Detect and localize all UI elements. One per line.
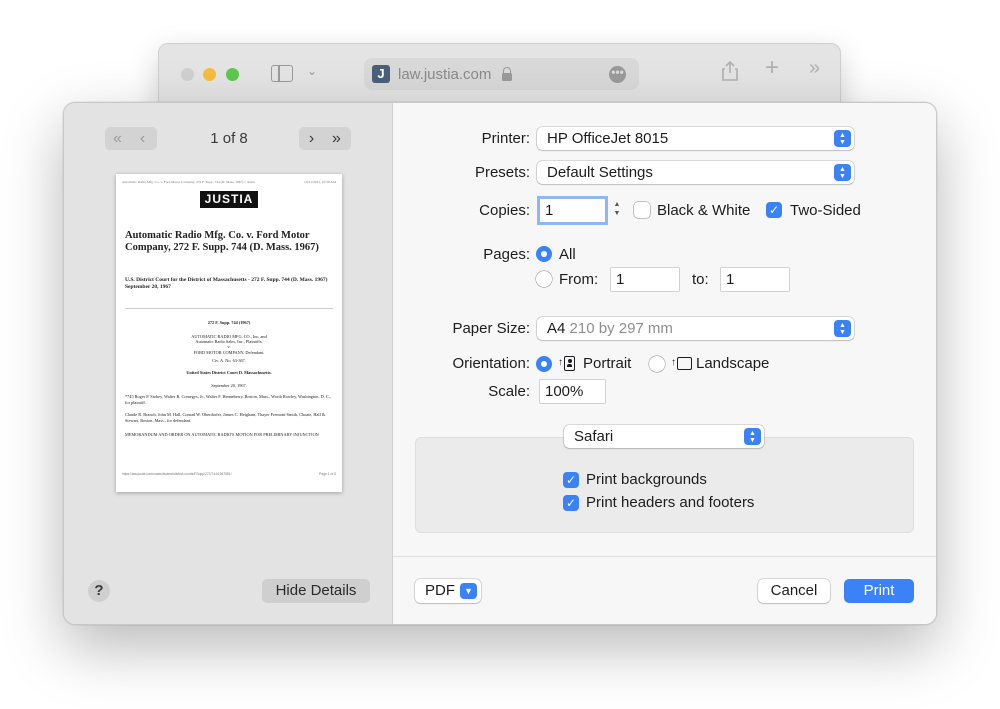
landscape-icon: ↑ — [671, 356, 692, 372]
minimize-window-button[interactable] — [203, 68, 216, 81]
landscape-label: Landscape — [696, 355, 770, 372]
lock-icon — [502, 67, 512, 81]
page-preview: Automatic Radio Mfg. Co. v. Ford Motor C… — [116, 174, 342, 492]
app-section-select[interactable]: Safari ▲ ▼ — [564, 425, 764, 448]
scale-label: Scale: — [488, 383, 530, 400]
cancel-button[interactable]: Cancel — [758, 579, 830, 603]
thumb-court-line: U.S. District Court for the District of … — [125, 277, 333, 291]
pdf-label: PDF — [425, 582, 455, 599]
pdf-menu-button[interactable]: PDF ▼ — [415, 579, 481, 603]
portrait-label: Portrait — [583, 355, 632, 372]
help-button[interactable]: ? — [88, 580, 110, 602]
presets-select[interactable]: Default Settings ▲ ▼ — [537, 161, 854, 184]
app-section-value: Safari — [574, 428, 614, 445]
two-sided-checkbox[interactable]: ✓ — [766, 202, 782, 218]
two-sided-label: Two-Sided — [790, 202, 861, 219]
pages-from-label: From: — [559, 271, 599, 288]
page-indicator: 1 of 8 — [210, 130, 248, 147]
close-window-button[interactable] — [181, 68, 194, 81]
print-button[interactable]: Print — [844, 579, 914, 603]
thumb-header-right: 10/21/2021, 10:36 AM — [304, 180, 336, 184]
printer-select[interactable]: HP OfficeJet 8015 ▲ ▼ — [537, 127, 854, 150]
sidebar-toggle-icon[interactable] — [271, 65, 293, 82]
share-icon[interactable] — [722, 60, 738, 81]
thumb-parties: AUTOMATIC RADIO MFG. CO., Inc. and Autom… — [125, 334, 333, 355]
updown-icon: ▲ ▼ — [744, 428, 761, 445]
pages-all-radio[interactable] — [536, 246, 552, 262]
print-headers-label: Print headers and footers — [586, 494, 755, 511]
portrait-radio[interactable] — [536, 356, 552, 372]
pages-label: Pages: — [483, 246, 530, 263]
thumb-divider — [125, 308, 333, 309]
paper-size-value: A4 — [547, 320, 566, 337]
thumb-court-name: United States District Court D. Massachu… — [186, 370, 272, 375]
thumb-footer-right: Page 1 of 8 — [319, 472, 336, 476]
black-white-label: Black & White — [657, 202, 751, 219]
thumb-header: Automatic Radio Mfg. Co. v. Ford Motor C… — [122, 180, 336, 184]
copies-label: Copies: — [479, 202, 530, 219]
pages-all-label: All — [559, 246, 576, 263]
presets-label: Presets: — [474, 164, 530, 181]
site-favicon-icon: J — [372, 65, 390, 83]
thumb-counsel-2: Claude R. Branch, John M. Hall, Conrad W… — [125, 412, 326, 423]
orientation-label: Orientation: — [452, 355, 530, 372]
nav-prev-group: « ‹ — [105, 127, 157, 150]
thumb-court-text: U.S. District Court for the District of … — [125, 277, 328, 283]
copies-field[interactable]: 1 — [540, 199, 605, 222]
printer-value: HP OfficeJet 8015 — [547, 130, 669, 147]
pages-to-field[interactable]: 1 — [721, 268, 789, 291]
justia-logo: JUSTIA — [200, 191, 258, 208]
thumb-case-no: Civ. A. No. 63-367. — [212, 358, 246, 363]
black-white-checkbox[interactable] — [634, 202, 650, 218]
scale-field[interactable]: 100% — [540, 380, 605, 403]
more-options-icon[interactable]: ••• — [609, 66, 626, 83]
updown-icon: ▲ ▼ — [834, 130, 851, 147]
copies-stepper[interactable]: ▲ ▼ — [612, 200, 622, 222]
address-bar[interactable]: J law.justia.com ••• — [364, 58, 639, 90]
thumb-parties-4: FORD MOTOR COMPANY, Defendant. — [193, 349, 265, 355]
paper-size-label: Paper Size: — [452, 320, 530, 337]
thumb-decided: September 20, 1967. — [211, 383, 247, 388]
presets-value: Default Settings — [547, 164, 653, 181]
print-dialog: « ‹ 1 of 8 › » Automatic Radio Mfg. Co. … — [63, 102, 937, 625]
thumb-footer-left: https://law.justia.com/cases/federal/dis… — [122, 472, 232, 476]
thumb-header-left: Automatic Radio Mfg. Co. v. Ford Motor C… — [122, 180, 256, 184]
thumb-footer: https://law.justia.com/cases/federal/dis… — [122, 472, 336, 476]
tab-overflow-icon[interactable]: » — [809, 58, 820, 78]
updown-icon: ▲ ▼ — [834, 320, 851, 337]
landscape-radio[interactable] — [649, 356, 665, 372]
pages-from-field[interactable]: 1 — [611, 268, 679, 291]
previous-page-icon[interactable]: ‹ — [130, 127, 155, 150]
first-page-icon[interactable]: « — [105, 127, 130, 150]
zoom-window-button[interactable] — [226, 68, 239, 81]
settings-pane: Printer: HP OfficeJet 8015 ▲ ▼ Presets: D… — [393, 103, 936, 624]
portrait-icon: ↑ — [558, 356, 578, 372]
next-page-icon[interactable]: › — [299, 127, 324, 150]
preview-pane: « ‹ 1 of 8 › » Automatic Radio Mfg. Co. … — [64, 103, 393, 624]
thumb-citation: 272 F. Supp. 744 (1967) — [207, 320, 251, 325]
pages-from-radio[interactable] — [536, 271, 552, 287]
print-headers-checkbox[interactable]: ✓ — [563, 495, 579, 511]
thumb-title: Automatic Radio Mfg. Co. v. Ford Motor C… — [125, 230, 319, 253]
print-backgrounds-label: Print backgrounds — [586, 471, 707, 488]
chevron-down-icon: ▼ — [460, 583, 477, 599]
printer-label: Printer: — [481, 130, 530, 147]
nav-next-group: › » — [299, 127, 351, 150]
chevron-down-icon[interactable]: ⌄ — [307, 64, 317, 78]
hide-details-button[interactable]: Hide Details — [262, 579, 370, 603]
updown-icon: ▲ ▼ — [834, 164, 851, 181]
thumb-counsel-1: *745 Roger P. Stokey, Walter B. Comegys,… — [125, 394, 331, 405]
last-page-icon[interactable]: » — [324, 127, 349, 150]
thumb-memo: MEMORANDUM AND ORDER ON AUTOMATIC RADIO'… — [125, 432, 319, 437]
paper-size-dims: 210 by 297 mm — [569, 320, 673, 337]
new-tab-icon[interactable]: + — [765, 56, 779, 80]
paper-size-select[interactable]: A4 210 by 297 mm ▲ ▼ — [537, 317, 854, 340]
address-text: law.justia.com — [398, 66, 492, 83]
print-backgrounds-checkbox[interactable]: ✓ — [563, 472, 579, 488]
thumb-date-text: September 20, 1967 — [125, 284, 171, 290]
pages-to-label: to: — [692, 271, 709, 288]
